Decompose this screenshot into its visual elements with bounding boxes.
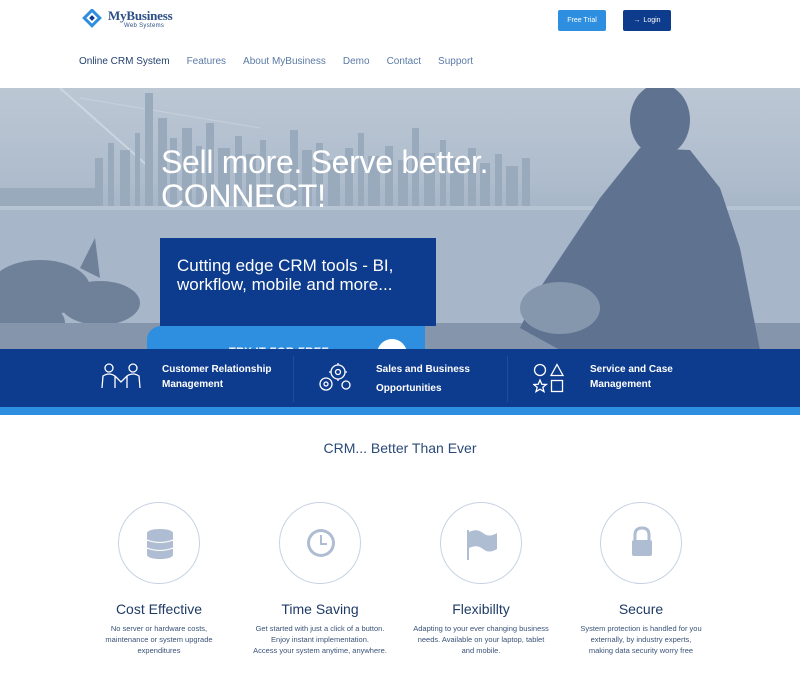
- band-item-crm-line2: Management: [162, 379, 224, 390]
- site-header: MyBusiness Web Systems Free Trial → Logi…: [0, 0, 800, 88]
- clock-icon: [279, 502, 361, 584]
- feature-title-time-saving: Time Saving: [281, 601, 359, 617]
- nav-item-demo[interactable]: Demo: [343, 56, 370, 67]
- database-icon: [118, 502, 200, 584]
- feature-desc-flexibility: Adapting to your ever changing business …: [397, 623, 565, 656]
- logo-subtitle: Web Systems: [124, 23, 165, 29]
- feature-desc-line: Adapting to your ever changing business: [413, 624, 549, 633]
- feature-desc-time-saving: Get started with just a click of a butto…: [232, 623, 408, 656]
- feature-desc-line: Enjoy instant implementation.: [271, 635, 369, 644]
- band-item-service-line1: Service and Case: [590, 364, 673, 375]
- free-trial-label: Free Trial: [567, 17, 597, 24]
- section-title: CRM... Better Than Ever: [323, 440, 477, 456]
- feature-desc-line: externally, by industry experts,: [590, 635, 692, 644]
- feature-desc-line: expenditures: [137, 646, 181, 655]
- login-arrow-icon: →: [633, 17, 641, 24]
- hero-headline: Sell more. Serve better. CONNECT!: [161, 145, 488, 213]
- feature-title-cost-effective: Cost Effective: [115, 601, 203, 617]
- lock-icon: [600, 502, 682, 584]
- hero-headline-line1: Sell more. Serve better.: [161, 144, 489, 180]
- band-item-sales-line1: Sales and Business: [376, 364, 470, 375]
- band-item-service[interactable]: Service and Case Management: [590, 362, 673, 392]
- main-nav: Online CRM System Features About MyBusin…: [79, 56, 490, 67]
- flag-icon: [440, 502, 522, 584]
- band-item-service-line2: Management: [590, 379, 652, 390]
- nav-item-support[interactable]: Support: [438, 56, 473, 67]
- feature-title-flexibility: Flexibillty: [452, 601, 510, 617]
- hero-headline-line2: CONNECT!: [161, 178, 326, 214]
- free-trial-button[interactable]: Free Trial: [558, 10, 606, 31]
- logo-name: MyBusiness: [108, 8, 173, 23]
- feature-desc-line: Get started with just a click of a butto…: [255, 624, 385, 633]
- band-item-sales[interactable]: Sales and Business Opportunities: [376, 362, 470, 396]
- nav-item-online-crm-system[interactable]: Online CRM System: [79, 56, 170, 67]
- gears-icon: [318, 362, 354, 397]
- band-divider: [507, 356, 508, 402]
- login-label: Login: [643, 17, 661, 24]
- feature-desc-line: Access your system anytime, anywhere.: [253, 646, 387, 655]
- login-button[interactable]: → Login: [623, 10, 671, 31]
- band-item-sales-line2: Opportunities: [376, 383, 442, 394]
- logo-mark-icon: [82, 8, 104, 29]
- feature-desc-line: making data security worry free: [588, 646, 694, 655]
- band-item-crm[interactable]: Customer Relationship Management: [162, 362, 271, 392]
- nav-item-contact[interactable]: Contact: [387, 56, 421, 67]
- hero-callout-text: Cutting edge CRM tools - BI, workflow, m…: [177, 256, 394, 294]
- shapes-icon: [531, 363, 565, 398]
- feature-title-secure: Secure: [618, 601, 664, 617]
- people-handshake-icon: [100, 362, 142, 395]
- hero-callout: Cutting edge CRM tools - BI, workflow, m…: [160, 238, 436, 326]
- feature-band-accent-strip: [0, 407, 800, 415]
- nav-item-about[interactable]: About MyBusiness: [243, 56, 326, 67]
- feature-desc-line: and mobile.: [461, 646, 501, 655]
- nav-item-features[interactable]: Features: [187, 56, 226, 67]
- feature-desc-line: needs. Available on your laptop, tablet: [417, 635, 545, 644]
- feature-desc-line: maintenance or system upgrade: [105, 635, 213, 644]
- feature-desc-secure: System protection is handled for you ext…: [561, 623, 721, 656]
- feature-desc-cost-effective: No server or hardware costs, maintenance…: [79, 623, 239, 656]
- band-divider: [293, 356, 294, 402]
- logo[interactable]: MyBusiness Web Systems: [82, 8, 173, 29]
- feature-desc-line: System protection is handled for you: [580, 624, 702, 633]
- feature-desc-line: No server or hardware costs,: [110, 624, 208, 633]
- band-item-crm-line1: Customer Relationship: [162, 364, 272, 375]
